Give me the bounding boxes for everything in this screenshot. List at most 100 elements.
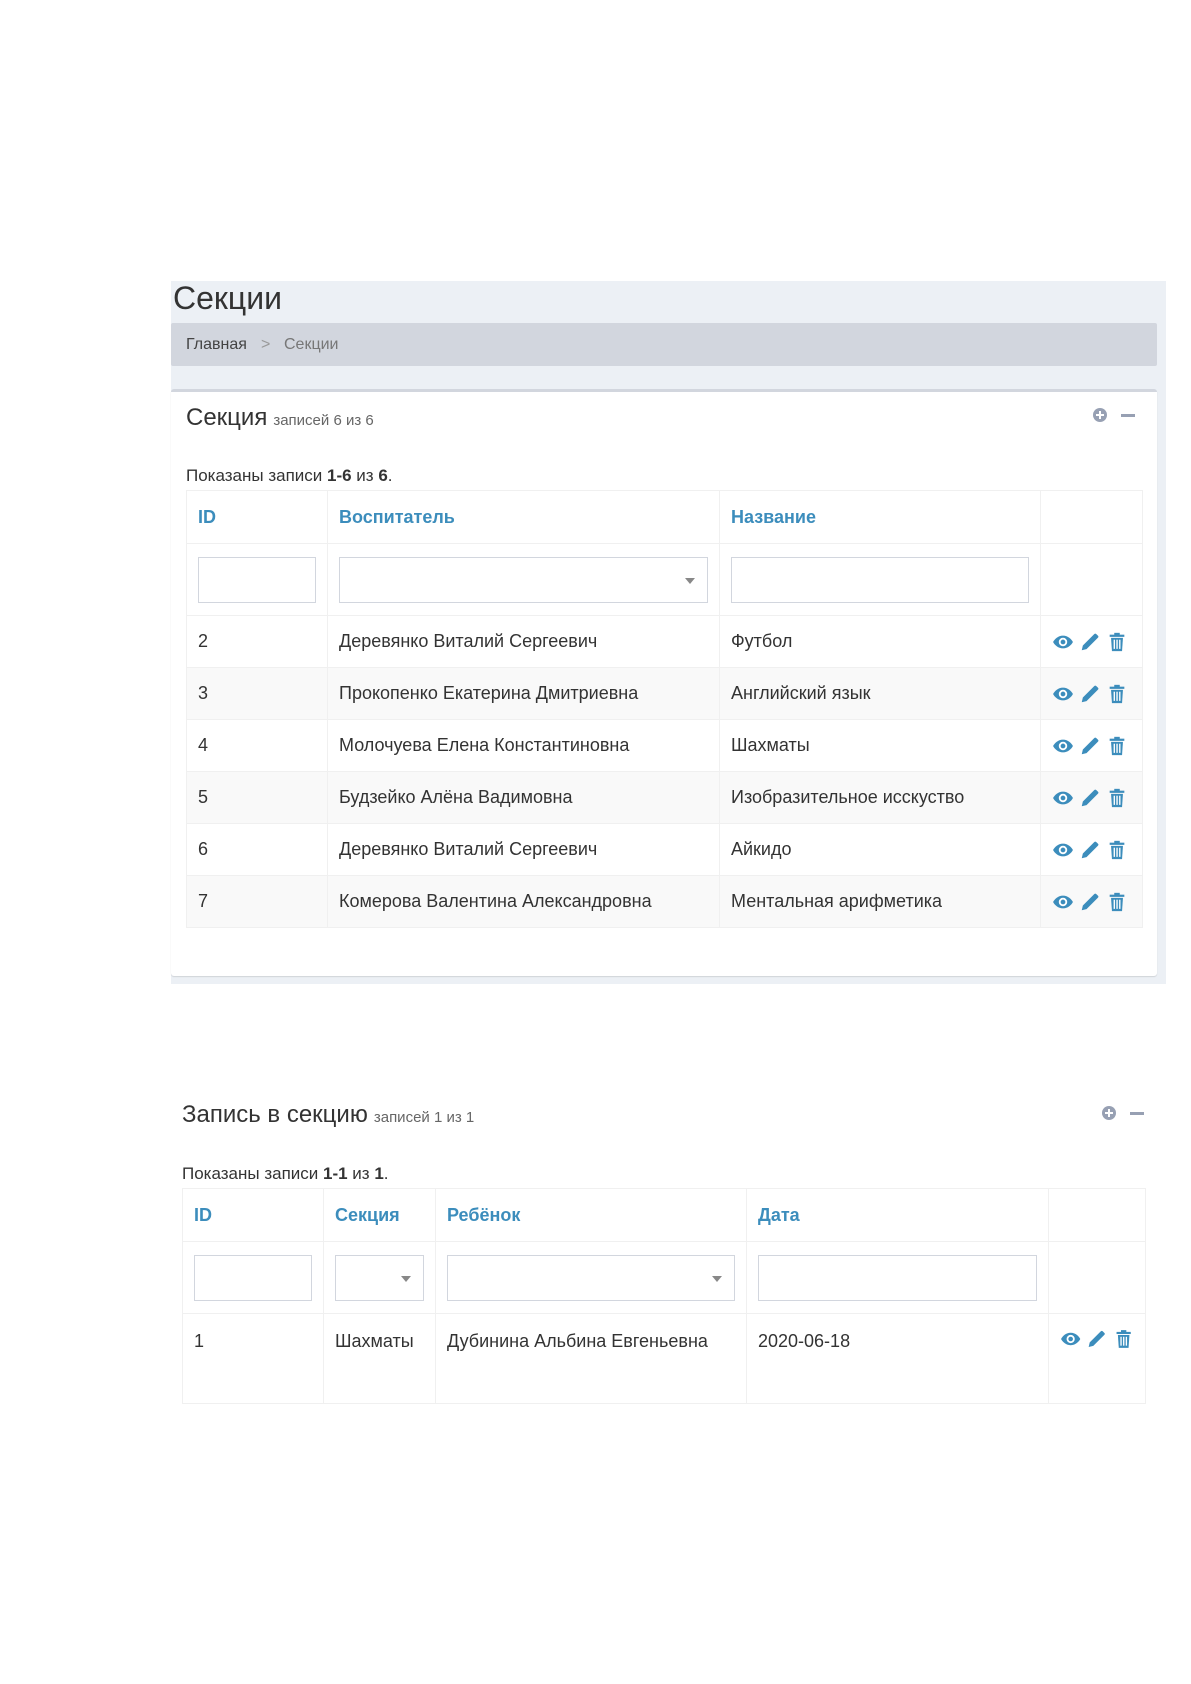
pencil-icon[interactable] (1079, 891, 1101, 913)
eye-icon[interactable] (1052, 891, 1074, 913)
eye-icon[interactable] (1052, 735, 1074, 757)
eye-icon[interactable] (1052, 839, 1074, 861)
table-row: 3 Прокопенко Екатерина Дмитриевна Английск… (186, 667, 1143, 720)
sections-box-count: записей 6 из 6 (273, 412, 374, 429)
column-child-sort-link[interactable]: Ребёнок (435, 1188, 747, 1242)
column-actions (1040, 490, 1143, 544)
filter-section-select[interactable] (335, 1254, 424, 1301)
cell-id: 1 (182, 1313, 324, 1404)
filter-row (182, 1241, 1146, 1314)
cell-name: Шахматы (719, 719, 1041, 772)
column-teacher-sort-link[interactable]: Воспитатель (327, 490, 720, 544)
trash-icon[interactable] (1106, 683, 1128, 705)
cell-teacher: Деревянко Виталий Сергеевич (327, 615, 720, 668)
cell-name: Ментальная арифметика (719, 875, 1041, 928)
trash-icon[interactable] (1106, 891, 1128, 913)
column-id-sort-link[interactable]: ID (182, 1188, 324, 1242)
summary-suffix: . (387, 466, 393, 485)
sections-box: Секция записей 6 из 6 Показаны записи 1-6… (171, 389, 1157, 976)
enroll-summary: Показаны записи 1-1 из 1. (182, 1164, 389, 1184)
enroll-box-title-text: Запись в секцию (182, 1101, 368, 1128)
table-row: 7 Комерова Валентина Александровна Менталь… (186, 875, 1143, 928)
cell-date: 2020-06-18 (746, 1313, 1049, 1404)
summary-range: 1-1 (323, 1164, 348, 1183)
column-name-sort-link[interactable]: Название (719, 490, 1041, 544)
table-header-row: ID Секция Ребёнок Дата (182, 1188, 1146, 1242)
filter-date-input[interactable] (758, 1254, 1037, 1301)
summary-prefix: Показаны записи (182, 1164, 323, 1183)
row-actions (1040, 719, 1143, 772)
eye-icon[interactable] (1052, 683, 1074, 705)
cell-teacher: Будзейко Алёна Вадимовна (327, 771, 720, 824)
filter-id-input[interactable] (198, 556, 316, 603)
cell-id: 7 (186, 875, 328, 928)
pencil-icon[interactable] (1079, 631, 1101, 653)
page-title: Секции (173, 280, 282, 316)
table-row: 1 Шахматы Дубинина Альбина Евгеньевна 2020-… (182, 1313, 1146, 1404)
minus-icon[interactable] (1121, 414, 1135, 417)
cell-teacher: Молочуева Елена Константиновна (327, 719, 720, 772)
summary-suffix: . (383, 1164, 389, 1183)
column-actions (1048, 1188, 1146, 1242)
filter-teacher-select[interactable] (339, 556, 708, 603)
eye-icon[interactable] (1060, 1328, 1081, 1350)
cell-name: Футбол (719, 615, 1041, 668)
cell-id: 4 (186, 719, 328, 772)
row-actions (1040, 875, 1143, 928)
trash-icon[interactable] (1106, 631, 1128, 653)
content-wrapper: Секции Главная > Секции Секция записей 6 … (171, 281, 1166, 984)
sections-box-tools (1093, 408, 1135, 422)
enroll-box-count: записей 1 из 1 (373, 1109, 475, 1126)
table-header-row: ID Воспитатель Название (186, 490, 1143, 544)
plus-circle-icon[interactable] (1093, 408, 1107, 422)
pencil-icon[interactable] (1086, 1328, 1107, 1350)
breadcrumb: Главная > Секции (171, 323, 1157, 366)
trash-icon[interactable] (1113, 1328, 1134, 1350)
column-date-sort-link[interactable]: Дата (746, 1188, 1049, 1242)
filter-child-select[interactable] (447, 1254, 735, 1301)
filter-id-input[interactable] (194, 1254, 312, 1301)
breadcrumb-current: Секции (284, 336, 339, 353)
plus-circle-icon[interactable] (1102, 1106, 1116, 1120)
cell-id: 5 (186, 771, 328, 824)
table-row: 2 Деревянко Виталий Сергеевич Футбол (186, 615, 1143, 668)
pencil-icon[interactable] (1079, 683, 1101, 705)
summary-mid: из (351, 466, 379, 485)
cell-name: Изобразительное исскуство (719, 771, 1041, 824)
enroll-box: Запись в секцию записей 1 из 1 Показаны з… (182, 1093, 1152, 1413)
trash-icon[interactable] (1106, 735, 1128, 757)
table-row: 5 Будзейко Алёна Вадимовна Изобразительное… (186, 771, 1143, 824)
minus-icon[interactable] (1130, 1112, 1144, 1115)
pencil-icon[interactable] (1079, 735, 1101, 757)
breadcrumb-separator: > (261, 336, 271, 353)
cell-name: Английский язык (719, 667, 1041, 720)
cell-teacher: Прокопенко Екатерина Дмитриевна (327, 667, 720, 720)
cell-teacher: Деревянко Виталий Сергеевич (327, 823, 720, 876)
pencil-icon[interactable] (1079, 839, 1101, 861)
column-section-sort-link[interactable]: Секция (323, 1188, 436, 1242)
cell-child: Дубинина Альбина Евгеньевна (435, 1313, 747, 1404)
column-id-sort-link[interactable]: ID (186, 490, 328, 544)
filter-row (186, 543, 1143, 616)
eye-icon[interactable] (1052, 631, 1074, 653)
table-row: 4 Молочуева Елена Константиновна Шахматы (186, 719, 1143, 772)
pencil-icon[interactable] (1079, 787, 1101, 809)
filter-name-input[interactable] (731, 556, 1029, 603)
breadcrumb-home-link[interactable]: Главная (186, 323, 247, 366)
sections-box-title: Секция записей 6 из 6 (186, 404, 374, 432)
cell-id: 3 (186, 667, 328, 720)
summary-total: 1 (374, 1164, 384, 1183)
summary-total: 6 (378, 466, 388, 485)
sections-summary: Показаны записи 1-6 из 6. (186, 466, 393, 486)
row-actions (1040, 667, 1143, 720)
cell-teacher: Комерова Валентина Александровна (327, 875, 720, 928)
summary-range: 1-6 (327, 466, 352, 485)
enroll-box-title: Запись в секцию записей 1 из 1 (182, 1101, 474, 1129)
table-row: 6 Деревянко Виталий Сергеевич Айкидо (186, 823, 1143, 876)
row-actions (1040, 823, 1143, 876)
trash-icon[interactable] (1106, 839, 1128, 861)
cell-id: 6 (186, 823, 328, 876)
row-actions (1040, 771, 1143, 824)
eye-icon[interactable] (1052, 787, 1074, 809)
trash-icon[interactable] (1106, 787, 1128, 809)
